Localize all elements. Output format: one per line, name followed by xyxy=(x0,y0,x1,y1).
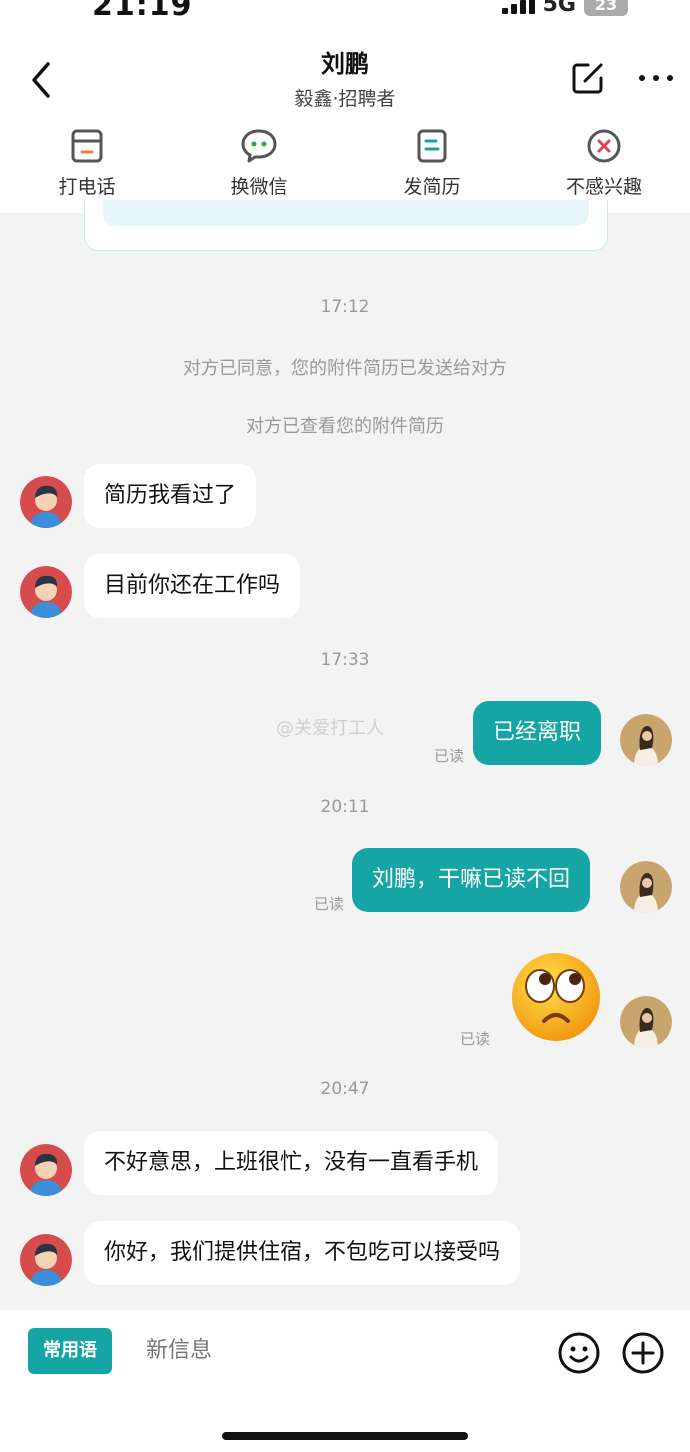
system-message: 对方已同意，您的附件简历已发送给对方 xyxy=(183,358,507,379)
message-bubble-incoming[interactable]: 不好意思，上班很忙，没有一直看手机 xyxy=(84,1131,499,1195)
resume-label: 发简历 xyxy=(403,176,461,198)
emoji-icon[interactable] xyxy=(558,1332,600,1374)
recruiter-avatar[interactable] xyxy=(20,476,72,528)
wechat-label: 换微信 xyxy=(230,176,288,198)
recruiter-avatar[interactable] xyxy=(20,566,72,618)
timestamp: 17:12 xyxy=(320,297,370,317)
previous-message-card[interactable] xyxy=(84,200,608,251)
message-bubble-outgoing[interactable]: 刘鹏，干嘛已读不回 xyxy=(352,848,591,912)
more-icon[interactable] xyxy=(636,66,676,90)
phone-icon xyxy=(71,129,103,163)
edit-icon[interactable] xyxy=(570,60,606,96)
timestamp: 20:11 xyxy=(320,797,370,817)
common-phrases-button[interactable]: 常用语 xyxy=(28,1328,112,1374)
user-avatar[interactable] xyxy=(620,714,672,766)
wechat-icon xyxy=(241,129,277,163)
not-interested-button[interactable]: 不感兴趣 xyxy=(539,128,669,199)
message-input[interactable] xyxy=(146,1338,526,1363)
exchange-wechat-button[interactable]: 换微信 xyxy=(194,128,324,199)
call-label: 打电话 xyxy=(58,176,116,198)
status-icons: 5G 23 xyxy=(501,0,628,17)
not-interested-icon xyxy=(587,129,621,163)
message-bubble-incoming[interactable]: 目前你还在工作吗 xyxy=(84,554,301,618)
battery-icon: 23 xyxy=(584,0,628,16)
top-bar: 21:19 5G 23 刘鹏 毅鑫·招聘者 打电话 换微信 发简历 不感兴趣 xyxy=(0,0,690,213)
send-resume-button[interactable]: 发简历 xyxy=(367,128,497,199)
signal-icon xyxy=(501,0,535,14)
read-receipt: 已读 xyxy=(314,895,345,913)
read-receipt: 已读 xyxy=(460,1030,491,1048)
message-bubble-outgoing[interactable]: 已经离职 xyxy=(473,701,602,765)
home-indicator[interactable] xyxy=(222,1432,468,1440)
recruiter-avatar[interactable] xyxy=(20,1144,72,1196)
message-bubble-incoming[interactable]: 你好，我们提供住宿，不包吃可以接受吗 xyxy=(84,1221,521,1285)
message-bubble-incoming[interactable]: 简历我看过了 xyxy=(84,464,257,528)
rolling-eyes-emoji[interactable] xyxy=(510,951,602,1043)
composer-bar: 常用语 xyxy=(0,1310,690,1452)
resume-icon xyxy=(417,129,447,163)
plus-icon[interactable] xyxy=(622,1332,664,1374)
user-avatar[interactable] xyxy=(620,861,672,913)
status-time: 21:19 xyxy=(92,0,193,23)
user-avatar[interactable] xyxy=(620,996,672,1048)
system-message: 对方已查看您的附件简历 xyxy=(246,416,444,437)
call-button[interactable]: 打电话 xyxy=(22,128,152,199)
watermark: @关爱打工人 xyxy=(276,718,384,739)
network-label: 5G xyxy=(542,0,576,17)
recruiter-avatar[interactable] xyxy=(20,1234,72,1286)
read-receipt: 已读 xyxy=(434,747,465,765)
timestamp: 17:33 xyxy=(320,650,370,670)
timestamp: 20:47 xyxy=(320,1079,370,1099)
not-interested-label: 不感兴趣 xyxy=(565,176,642,198)
